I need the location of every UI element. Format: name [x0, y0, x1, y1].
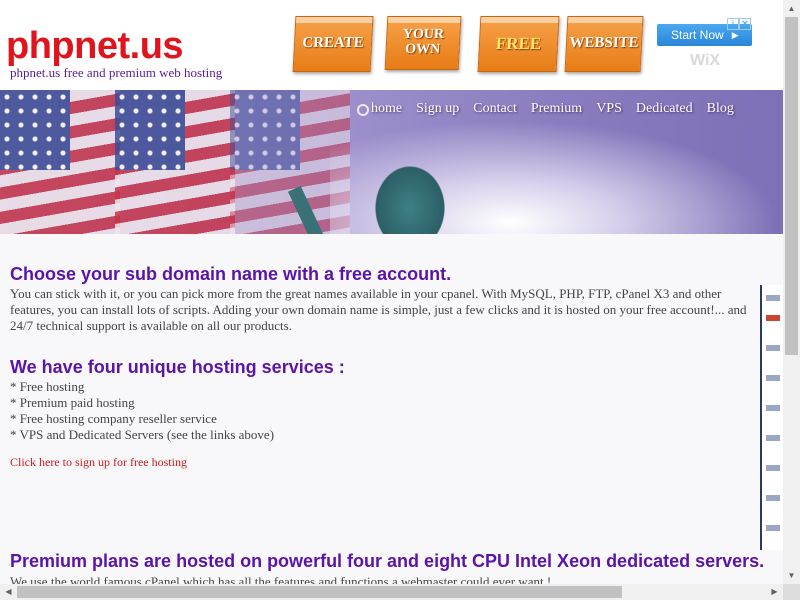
nav-premium[interactable]: Premium: [531, 101, 582, 117]
adchoices[interactable]: i ✕: [727, 14, 755, 30]
statue-of-liberty-image: [370, 160, 450, 234]
ad-tile-your-own[interactable]: YOUR OWN: [384, 16, 462, 70]
logo-text[interactable]: phpnet.us: [6, 27, 184, 65]
wix-logo: WiX: [690, 52, 721, 69]
scroll-down-icon[interactable]: ▼: [783, 567, 800, 584]
hero-banner: home Sign up Contact Premium VPS Dedicat…: [0, 90, 783, 234]
site-tagline: phpnet.us free and premium web hosting: [10, 65, 223, 80]
free-hosting-signup-link[interactable]: Click here to sign up for free hosting: [10, 455, 187, 470]
horizontal-scrollbar[interactable]: ◀ ▶: [0, 584, 783, 600]
close-icon[interactable]: ✕: [739, 18, 751, 30]
side-screenshot-thumbnail[interactable]: [760, 285, 783, 550]
section-heading-premium: Premium plans are hosted on powerful fou…: [10, 551, 765, 571]
page: phpnet.us phpnet.us free and premium web…: [0, 0, 783, 584]
nav-home[interactable]: home: [371, 101, 402, 117]
nav-sign-up[interactable]: Sign up: [416, 101, 459, 117]
horizontal-scroll-thumb[interactable]: [17, 586, 622, 598]
start-now-label: Start Now: [671, 28, 724, 42]
section-text-premium: We use the world famous cPanel which has…: [10, 574, 552, 584]
home-icon: [357, 104, 369, 116]
main-nav: home Sign up Contact Premium VPS Dedicat…: [371, 101, 734, 117]
info-icon[interactable]: i: [727, 18, 739, 30]
nav-contact[interactable]: Contact: [473, 101, 517, 117]
scroll-up-icon[interactable]: ▲: [783, 0, 800, 17]
scrollbar-corner: [783, 584, 800, 600]
scroll-right-icon[interactable]: ▶: [766, 584, 783, 600]
nav-vps[interactable]: VPS: [596, 101, 622, 117]
play-arrow-icon: ▶: [731, 29, 739, 40]
section-text-subdomain: You can stick with it, or you can pick m…: [10, 286, 747, 333]
ad-tile-free[interactable]: FREE: [477, 16, 560, 72]
ad-tile-label: FREE: [495, 34, 542, 54]
list-item: * Free hosting: [10, 379, 85, 394]
ad-tile-website[interactable]: WEBSITE: [564, 16, 644, 72]
header: phpnet.us phpnet.us free and premium web…: [0, 0, 783, 90]
ad-tile-create[interactable]: CREATE: [292, 16, 374, 72]
nav-blog[interactable]: Blog: [707, 101, 734, 117]
nav-dedicated[interactable]: Dedicated: [636, 101, 693, 117]
section-heading-subdomain: Choose your sub domain name with a free …: [10, 264, 452, 284]
scroll-left-icon[interactable]: ◀: [0, 584, 17, 600]
logo[interactable]: phpnet.us: [0, 12, 200, 65]
ad-tile-label: WEBSITE: [569, 35, 640, 52]
flag-image: [0, 90, 120, 234]
list-item: * Free hosting company reseller service: [10, 411, 217, 426]
list-item: * Premium paid hosting: [10, 395, 135, 410]
vertical-scrollbar[interactable]: ▲ ▼: [783, 0, 800, 584]
ad-tile-label: CREATE: [301, 35, 365, 52]
ad-tile-label: YOUR OWN: [402, 27, 445, 57]
flag-image: [115, 90, 235, 234]
section-heading-services: We have four unique hosting services :: [10, 357, 345, 377]
list-item: * VPS and Dedicated Servers (see the lin…: [10, 427, 275, 442]
services-list: * Free hosting * Premium paid hosting * …: [10, 379, 274, 443]
vertical-scroll-thumb[interactable]: [785, 17, 798, 355]
